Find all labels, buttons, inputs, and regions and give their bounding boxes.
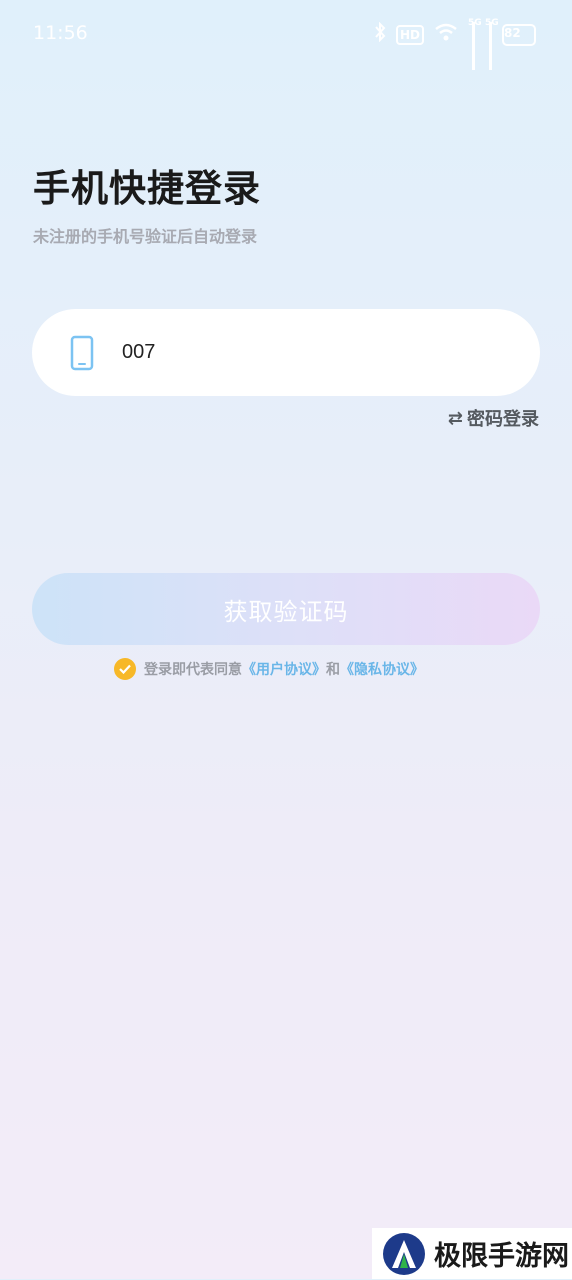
wifi-icon (434, 23, 458, 46)
signal-icon: 5G (468, 18, 482, 70)
status-time: 11:56 (33, 22, 88, 44)
watermark-logo-icon (382, 1232, 426, 1276)
status-bar: 11:56 HD 5G 5G 82 (0, 0, 572, 70)
password-login-link[interactable]: ⇄ 密码登录 (448, 405, 539, 431)
network-type-label: 5G (485, 18, 499, 28)
watermark: 极限手游网 (372, 1228, 572, 1279)
agreement: 登录即代表同意 《用户协议》 和 《隐私协议》 (114, 658, 424, 680)
agreement-conjunction: 和 (326, 662, 340, 678)
page-title: 手机快捷登录 (33, 167, 261, 210)
agreement-prefix: 登录即代表同意 (144, 662, 242, 678)
watermark-text: 极限手游网 (434, 1241, 569, 1272)
signal-icon: 5G (485, 18, 499, 70)
password-login-label: 密码登录 (467, 409, 539, 430)
hd-badge: HD (395, 24, 424, 45)
battery-icon: 82 (502, 23, 536, 46)
phone-input[interactable]: 007 (122, 341, 155, 364)
status-icons: HD 5G 5G 82 (374, 18, 536, 70)
network-type-label: 5G (468, 18, 482, 28)
checkbox-checked-icon[interactable] (114, 658, 136, 680)
user-agreement-link[interactable]: 《用户协议》 (242, 659, 326, 679)
page-subtitle: 未注册的手机号验证后自动登录 (33, 227, 258, 246)
privacy-policy-link[interactable]: 《隐私协议》 (340, 659, 424, 679)
phone-input-field[interactable]: 007 (32, 309, 540, 396)
get-code-button[interactable]: 获取验证码 (32, 573, 540, 645)
switch-icon: ⇄ (447, 407, 463, 429)
phone-icon (70, 335, 94, 371)
bluetooth-icon (374, 21, 386, 47)
